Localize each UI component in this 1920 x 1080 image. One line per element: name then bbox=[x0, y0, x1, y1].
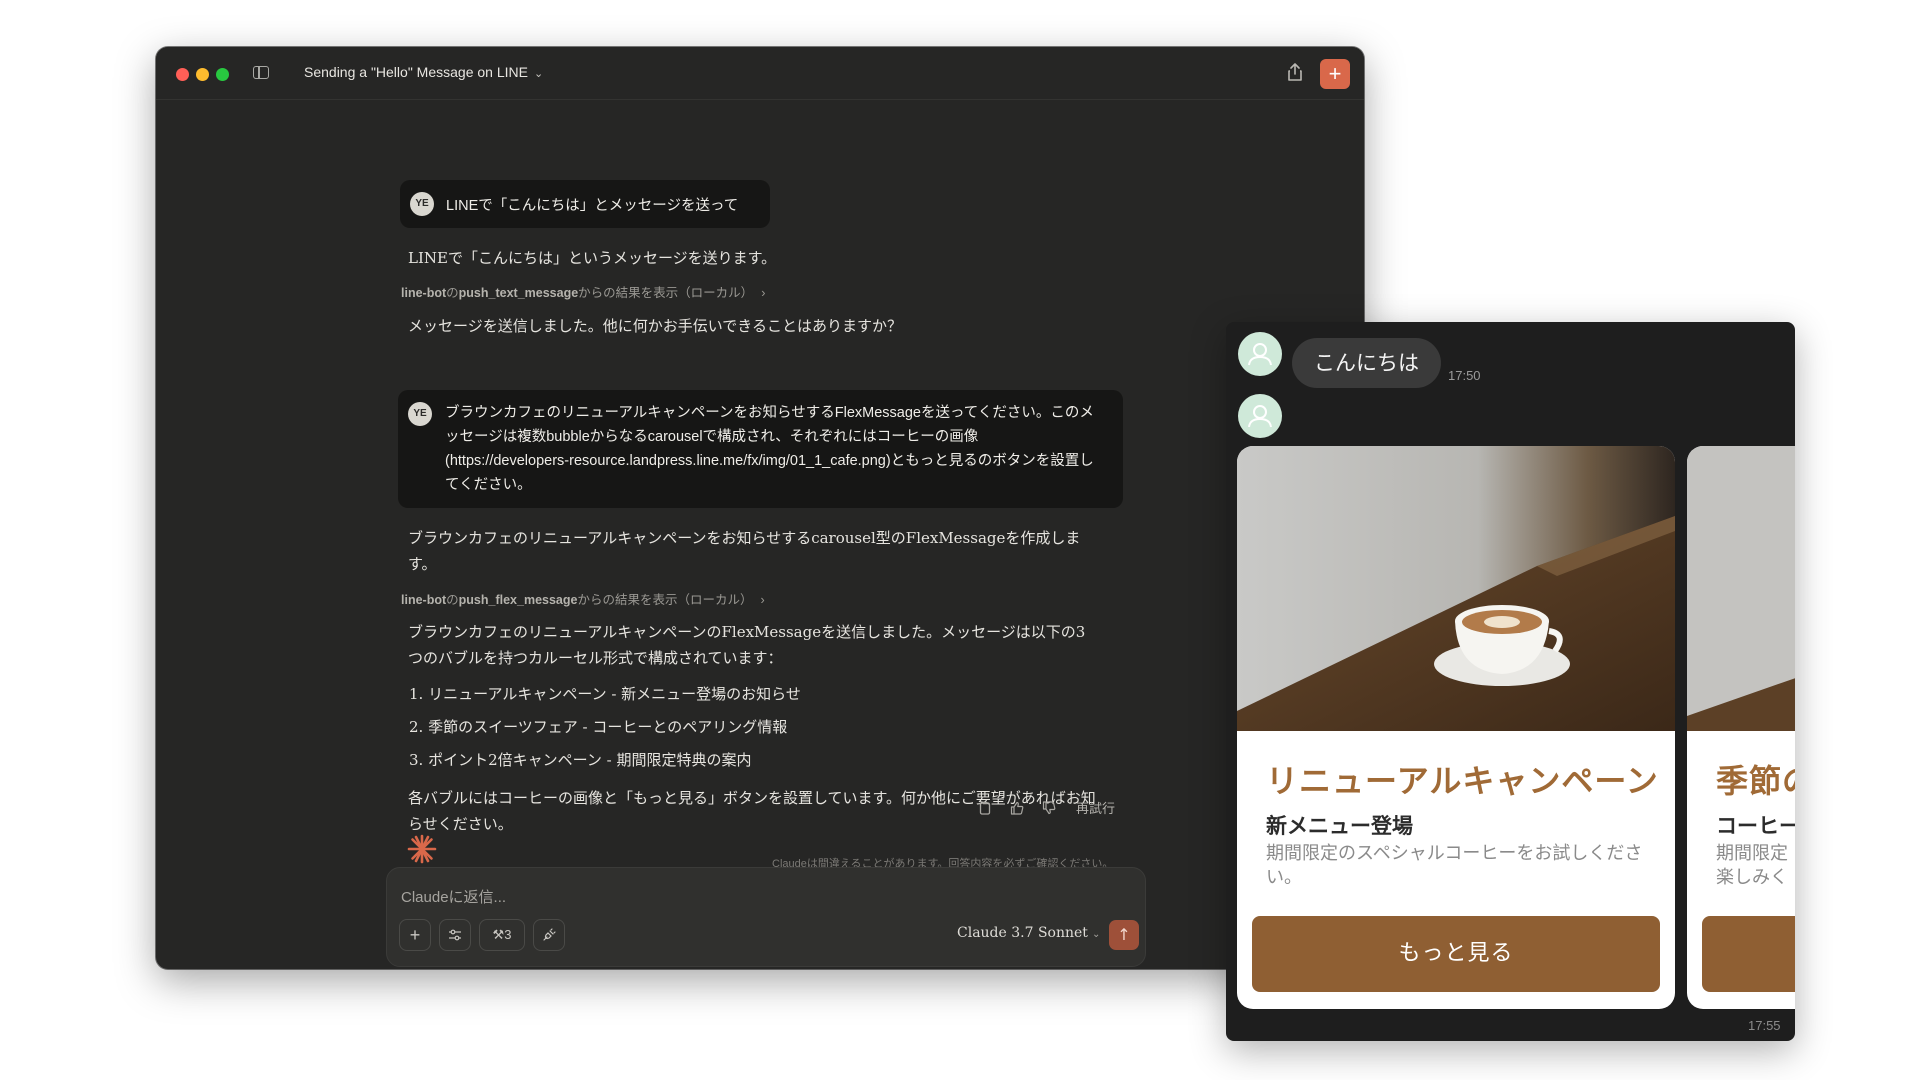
thumbs-up-icon[interactable] bbox=[1010, 801, 1024, 815]
coffee-image bbox=[1237, 446, 1675, 731]
flex-carousel-card: 季節の コーヒー 期間限定 楽しみく bbox=[1687, 446, 1795, 1009]
bot-avatar bbox=[1238, 394, 1282, 438]
tool-result-toggle[interactable]: line-botのpush_text_messageからの結果を表示（ローカル）… bbox=[401, 282, 765, 301]
flex-carousel-card: リニューアルキャンペーン 新メニュー登場 期間限定のスペシャルコーヒーをお試しく… bbox=[1237, 446, 1675, 1009]
zoom-window-button[interactable] bbox=[216, 68, 229, 81]
assistant-text: メッセージを送信しました。他に何かお手伝いできることはありますか？ bbox=[408, 317, 902, 335]
tool-name: push_text_message bbox=[458, 286, 579, 300]
user-message-text: ブラウンカフェのリニューアルキャンペーンをお知らせするFlexMessageを送… bbox=[445, 405, 1094, 493]
thumbs-down-icon[interactable] bbox=[1042, 801, 1056, 815]
arrow-up-icon: ↑ bbox=[1117, 925, 1131, 944]
chevron-right-icon: › bbox=[761, 286, 766, 300]
tool-server-name: line-bot bbox=[401, 286, 447, 300]
plus-icon: + bbox=[409, 925, 421, 945]
user-message-text: LINEで「こんにちは」とメッセージを送って bbox=[446, 198, 739, 214]
conversation-title: Sending a "Hello" Message on LINE bbox=[304, 64, 528, 80]
settings-sliders-button[interactable] bbox=[439, 919, 471, 951]
tool-result-label: からの結果を表示（ローカル） bbox=[577, 593, 753, 607]
assistant-text: ブラウンカフェのリニューアルキャンペーンをお知らせするcarousel型のFle… bbox=[408, 529, 1081, 573]
add-attachment-button[interactable]: + bbox=[399, 919, 431, 951]
card-subtitle: コーヒー bbox=[1716, 814, 1795, 838]
list-item: 2. 季節のスイーツフェア - コーヒーとのペアリング情報 bbox=[409, 718, 788, 736]
tool-server-name: line-bot bbox=[401, 593, 447, 607]
tool-result-toggle[interactable]: line-botのpush_flex_messageからの結果を表示（ローカル）… bbox=[401, 589, 765, 608]
chevron-right-icon: › bbox=[760, 593, 765, 607]
card-title: リニューアルキャンペーン bbox=[1266, 762, 1659, 800]
bot-avatar bbox=[1238, 332, 1282, 376]
copy-icon[interactable] bbox=[978, 801, 992, 815]
see-more-button[interactable] bbox=[1702, 916, 1795, 992]
model-name: Claude 3.7 Sonnet bbox=[957, 925, 1088, 941]
send-button[interactable]: ↑ bbox=[1109, 920, 1139, 950]
hammer-icon: ⚒ bbox=[492, 927, 505, 942]
retry-button[interactable]: 再試行 bbox=[1076, 798, 1115, 817]
model-selector[interactable]: Claude 3.7 Sonnet ⌄ bbox=[957, 925, 1100, 941]
user-silhouette-icon bbox=[1248, 405, 1272, 428]
user-silhouette-icon bbox=[1248, 343, 1272, 366]
card-subtitle: 新メニュー登場 bbox=[1266, 814, 1413, 838]
message-time: 17:50 bbox=[1448, 368, 1481, 383]
chat-bubble: こんにちは bbox=[1292, 338, 1441, 388]
close-window-button[interactable] bbox=[176, 68, 189, 81]
assistant-text: 各バブルにはコーヒーの画像と「もっと見る」ボタンを設置しています。何か他にご要望… bbox=[408, 789, 1096, 833]
user-avatar: YE bbox=[408, 402, 432, 426]
card-description: 期間限定のスペシャルコーヒーをお試しください。 bbox=[1266, 843, 1643, 888]
message-time: 17:55 bbox=[1748, 1018, 1781, 1033]
user-avatar: YE bbox=[410, 192, 434, 216]
tool-connector: の bbox=[446, 286, 459, 300]
coffee-image bbox=[1687, 446, 1795, 731]
tools-button[interactable]: ⚒3 bbox=[479, 919, 525, 951]
share-icon[interactable] bbox=[1286, 62, 1304, 82]
assistant-text: ブラウンカフェのリニューアルキャンペーンのFlexMessageを送信しました。… bbox=[408, 623, 1086, 667]
tool-connector: の bbox=[446, 593, 459, 607]
sliders-icon bbox=[449, 929, 461, 941]
chevron-down-icon: ⌄ bbox=[533, 68, 544, 80]
tools-count: 3 bbox=[504, 927, 512, 942]
conversation-area: YE LINEで「こんにちは」とメッセージを送って LINEで「こんにちは」とい… bbox=[156, 99, 1364, 969]
title-bar: Sending a "Hello" Message on LINE ⌄ + bbox=[156, 47, 1364, 100]
new-chat-button[interactable]: + bbox=[1320, 59, 1350, 89]
chevron-down-icon: ⌄ bbox=[1091, 929, 1101, 940]
plug-icon bbox=[543, 928, 556, 941]
user-message: YE LINEで「こんにちは」とメッセージを送って bbox=[400, 180, 770, 228]
assistant-text: LINEで「こんにちは」というメッセージを送ります。 bbox=[408, 249, 777, 267]
tool-result-label: からの結果を表示（ローカル） bbox=[578, 286, 754, 300]
tool-name: push_flex_message bbox=[458, 593, 578, 607]
list-item: 3. ポイント2倍キャンペーン - 期間限定特典の案内 bbox=[409, 751, 752, 769]
card-title: 季節の bbox=[1716, 762, 1795, 800]
minimize-window-button[interactable] bbox=[196, 68, 209, 81]
integrations-button[interactable] bbox=[533, 919, 565, 951]
line-chat-panel: こんにちは 17:50 リニューアルキャンペーン 新メニュー登場 期間限定のスペ… bbox=[1226, 322, 1795, 1041]
claude-logo-icon bbox=[407, 834, 437, 864]
reply-input[interactable]: Claudeに返信... bbox=[401, 886, 506, 907]
card-description: 期間限定 楽しみく bbox=[1716, 843, 1788, 888]
sidebar-toggle-icon[interactable] bbox=[253, 66, 269, 79]
see-more-button[interactable]: もっと見る bbox=[1252, 916, 1660, 992]
conversation-title-menu[interactable]: Sending a "Hello" Message on LINE ⌄ bbox=[304, 64, 543, 80]
message-composer: Claudeに返信... + ⚒3 Claude 3.7 Sonnet ⌄ ↑ bbox=[386, 867, 1146, 967]
user-message: YE ブラウンカフェのリニューアルキャンペーンをお知らせするFlexMessag… bbox=[398, 390, 1123, 508]
list-item: 1. リニューアルキャンペーン - 新メニュー登場のお知らせ bbox=[409, 685, 801, 703]
claude-app-window: Sending a "Hello" Message on LINE ⌄ + YE … bbox=[156, 47, 1364, 969]
